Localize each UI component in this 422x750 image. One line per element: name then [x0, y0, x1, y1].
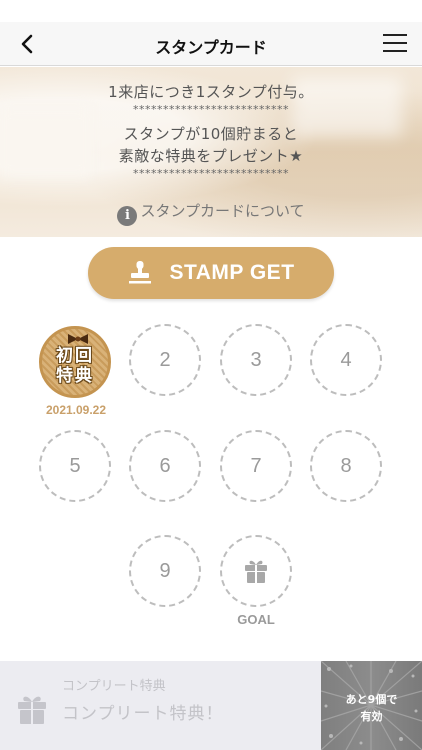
- banner-text: 1来店につき1スタンプ付与。 *************************…: [0, 81, 422, 181]
- stamp-slot-6: 6: [129, 430, 201, 502]
- stamp-slot-1-collected: 初回 特典: [39, 326, 111, 398]
- about-stampcard-link[interactable]: i スタンプカードについて: [0, 200, 422, 226]
- info-banner: 1来店につき1スタンプ付与。 *************************…: [0, 67, 422, 237]
- stamp-slot-4: 4: [310, 324, 382, 396]
- banner-line-3: 素敵な特典をプレゼント★: [118, 147, 304, 165]
- stamp-date: 2021.09.22: [45, 403, 107, 417]
- stamp-get-button[interactable]: STAMP GET: [88, 247, 334, 299]
- status-bar: [0, 0, 422, 22]
- stamp-slot-3: 3: [220, 324, 292, 396]
- banner-divider: **************************: [133, 103, 289, 116]
- stamp-slot-goal: [220, 535, 292, 607]
- stamp-slot-5: 5: [39, 430, 111, 502]
- about-stampcard-label: スタンプカードについて: [140, 202, 305, 220]
- stamp-slot-9: 9: [129, 535, 201, 607]
- stamp-slot-2: 2: [129, 324, 201, 396]
- stamp-label: 初回 特典: [56, 346, 94, 386]
- remaining-stamps-text: あと9個で 有効: [345, 693, 398, 723]
- banner-line-1: 1来店につき1スタンプ付与。: [108, 83, 314, 101]
- banner-line-2: スタンプが10個貯まると: [123, 125, 299, 143]
- info-icon: i: [117, 206, 138, 226]
- stamp-get-label: STAMP GET: [169, 261, 295, 284]
- stamp-icon: [129, 261, 152, 284]
- menu-button[interactable]: [382, 32, 408, 54]
- hamburger-icon: [383, 34, 407, 52]
- banner-divider: **************************: [133, 167, 289, 180]
- ribbon-bow-icon: [68, 334, 88, 344]
- page-title: スタンプカード: [155, 38, 267, 57]
- complete-reward-caption: コンプリート特典: [62, 679, 166, 694]
- goal-label: GOAL: [237, 612, 275, 627]
- stamp-slot-7: 7: [220, 430, 292, 502]
- gift-icon: [18, 696, 46, 724]
- gift-icon: [245, 560, 267, 583]
- complete-reward-thumbnail[interactable]: あと9個で 有効: [321, 661, 422, 750]
- complete-reward-title: コンプリート特典！: [62, 704, 224, 724]
- nav-bar: スタンプカード: [0, 22, 422, 66]
- stamp-slot-8: 8: [310, 430, 382, 502]
